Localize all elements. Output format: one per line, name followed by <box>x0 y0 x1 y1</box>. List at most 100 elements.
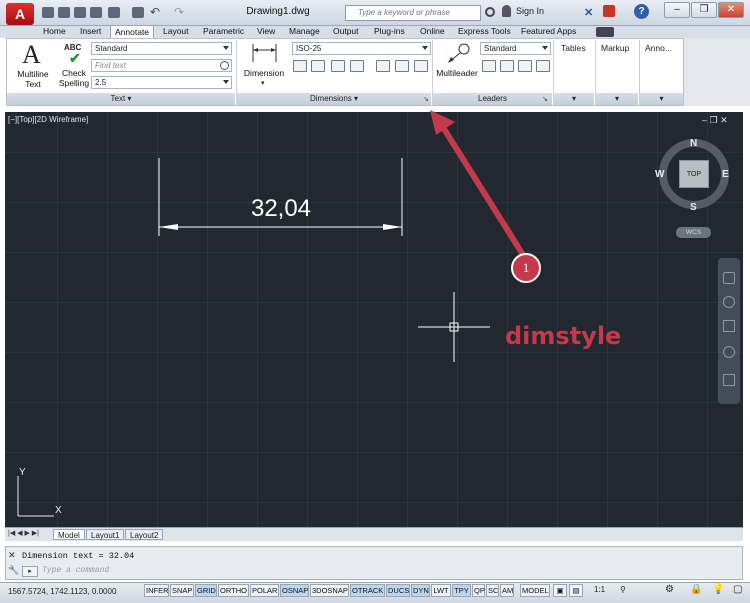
markup-panel-title[interactable]: ▾ <box>596 93 638 105</box>
inspect-dimension-icon[interactable] <box>395 60 409 72</box>
search-icon[interactable] <box>485 7 495 17</box>
status-toggle-dyn[interactable]: DYN <box>411 584 430 597</box>
status-toggle-tpy[interactable]: TPY <box>452 584 471 597</box>
multileader-button[interactable]: Multileader <box>434 68 480 78</box>
clean-screen-icon[interactable]: ▢ <box>733 584 742 595</box>
status-toggle-qp[interactable]: QP <box>472 584 485 597</box>
status-toggle-sc[interactable]: SC <box>486 584 499 597</box>
command-recent-button[interactable]: ▸ <box>22 566 38 577</box>
chevron-down-icon[interactable]: ▾ <box>261 79 265 87</box>
tab-annotate[interactable]: Annotate <box>110 25 155 38</box>
status-toggle-otrack[interactable]: OTRACK <box>350 584 385 597</box>
help-icon[interactable]: ? <box>634 4 649 19</box>
add-leader-icon[interactable] <box>482 60 496 72</box>
adjust-space-icon[interactable] <box>350 60 364 72</box>
multileader-icon[interactable] <box>445 42 473 66</box>
status-toggle-lwt[interactable]: LWT <box>431 584 451 597</box>
tab-featured-apps[interactable]: Featured Apps <box>519 25 578 38</box>
leaders-panel-title[interactable]: Leaders <box>433 93 552 105</box>
viewport-window-controls[interactable]: – ❐ ✕ <box>702 115 728 126</box>
search-input[interactable]: Type a keyword or phrase <box>345 5 481 21</box>
status-toggle-snap[interactable]: SNAP <box>170 584 194 597</box>
quick-view-layouts-icon[interactable]: ▣ <box>553 584 567 597</box>
tab-parametric[interactable]: Parametric <box>201 25 246 38</box>
tab-model[interactable]: Model <box>53 529 85 540</box>
status-toggle-osnap[interactable]: OSNAP <box>280 584 309 597</box>
markup-panel-button[interactable]: Markup <box>601 43 629 53</box>
orbit-icon[interactable] <box>723 346 735 358</box>
multiline-text-button[interactable]: Multiline Text <box>12 69 54 89</box>
viewport-controls-label[interactable]: [−][Top][2D Wireframe] <box>8 115 88 124</box>
model-space-toggle[interactable]: MODEL <box>520 584 550 597</box>
new-file-icon[interactable] <box>42 7 54 18</box>
steering-wheel-icon[interactable] <box>723 272 735 284</box>
open-file-icon[interactable] <box>58 7 70 18</box>
collect-leaders-icon[interactable] <box>536 60 550 72</box>
command-settings-icon[interactable]: 🔧 <box>8 565 19 576</box>
status-toggle-infer[interactable]: INFER <box>144 584 169 597</box>
annotation-scaling-panel-button[interactable]: Anno... <box>645 43 672 53</box>
dimension-icon[interactable] <box>250 42 280 64</box>
dimension-space-icon[interactable] <box>376 60 390 72</box>
tab-layout[interactable]: Layout <box>161 25 191 38</box>
text-panel-title[interactable]: Text ▾ <box>7 93 235 105</box>
multiline-text-icon[interactable]: A <box>22 40 41 70</box>
dimension-button[interactable]: Dimension <box>240 68 288 78</box>
status-toggle-grid[interactable]: GRID <box>195 584 217 597</box>
exchange-icon[interactable]: ✕ <box>584 6 593 19</box>
coordinates-readout[interactable]: 1567.5724, 1742.1123, 0.0000 <box>8 587 116 596</box>
find-text-input[interactable]: Find text <box>91 59 232 72</box>
annotation-scale[interactable]: 1:1 <box>594 585 605 594</box>
status-toggle-ducs[interactable]: DUCS <box>386 584 410 597</box>
jogged-dimension-icon[interactable] <box>414 60 428 72</box>
tab-output[interactable]: Output <box>331 25 361 38</box>
save-icon[interactable] <box>74 7 86 18</box>
minimize-button[interactable]: – <box>664 2 690 18</box>
publish-icon[interactable] <box>108 7 120 18</box>
tab-plug-ins[interactable]: Plug-ins <box>372 25 407 38</box>
baseline-dimension-icon[interactable] <box>311 60 325 72</box>
viewcube-south[interactable]: S <box>690 202 697 213</box>
remove-leader-icon[interactable] <box>500 60 514 72</box>
viewcube-top-face[interactable]: TOP <box>679 160 709 188</box>
status-toggle-am[interactable]: AM <box>500 584 514 597</box>
annotation-scaling-panel-title[interactable]: ▾ <box>640 93 683 105</box>
workspace-gear-icon[interactable]: ⚙ <box>665 584 674 595</box>
redo-icon[interactable]: ↷ <box>174 5 184 19</box>
sign-in-link[interactable]: Sign In <box>516 6 544 16</box>
print-icon[interactable] <box>132 7 144 18</box>
hardware-acceleration-icon[interactable]: 💡 <box>712 584 724 595</box>
wcs-menu[interactable]: WCS <box>676 227 711 238</box>
tab-express-tools[interactable]: Express Tools <box>456 25 513 38</box>
tab-layout2[interactable]: Layout2 <box>125 529 164 540</box>
text-style-dropdown[interactable]: Standard <box>91 42 232 55</box>
leader-style-dropdown[interactable]: Standard <box>480 42 551 55</box>
viewcube-north[interactable]: N <box>690 138 697 149</box>
autodesk-app-icon[interactable] <box>603 5 615 17</box>
tab-manage[interactable]: Manage <box>287 25 322 38</box>
tab-home[interactable]: Home <box>41 25 68 38</box>
pan-icon[interactable] <box>723 296 735 308</box>
lock-icon[interactable]: 🔒 <box>690 584 702 595</box>
align-leaders-icon[interactable] <box>518 60 532 72</box>
tables-panel-title[interactable]: ▾ <box>554 93 594 105</box>
close-button[interactable]: ✕ <box>718 2 744 18</box>
text-height-dropdown[interactable]: 2.5 <box>91 76 232 89</box>
tab-view[interactable]: View <box>255 25 277 38</box>
showmotion-icon[interactable] <box>723 374 735 386</box>
tab-layout1[interactable]: Layout1 <box>86 529 125 540</box>
restore-button[interactable]: ❐ <box>691 2 717 18</box>
command-input[interactable]: Type a command <box>42 566 732 577</box>
application-menu-button[interactable]: A <box>6 3 34 25</box>
tab-insert[interactable]: Insert <box>78 25 103 38</box>
dimension-style-dropdown[interactable]: ISO-25 <box>292 42 431 55</box>
dimensions-panel-title[interactable]: Dimensions ▾ <box>237 93 431 105</box>
leader-style-launcher-icon[interactable]: ↘ <box>542 95 548 103</box>
annotation-visibility-icon[interactable]: ⚲ <box>620 585 626 594</box>
status-toggle-3dosnap[interactable]: 3DOSNAP <box>310 584 349 597</box>
status-toggle-ortho[interactable]: ORTHO <box>218 584 249 597</box>
status-toggle-polar[interactable]: POLAR <box>250 584 279 597</box>
ribbon-toggle-icon[interactable] <box>596 27 614 37</box>
command-close-icon[interactable]: ✕ <box>8 550 16 561</box>
undo-icon[interactable]: ↶ <box>150 5 160 19</box>
